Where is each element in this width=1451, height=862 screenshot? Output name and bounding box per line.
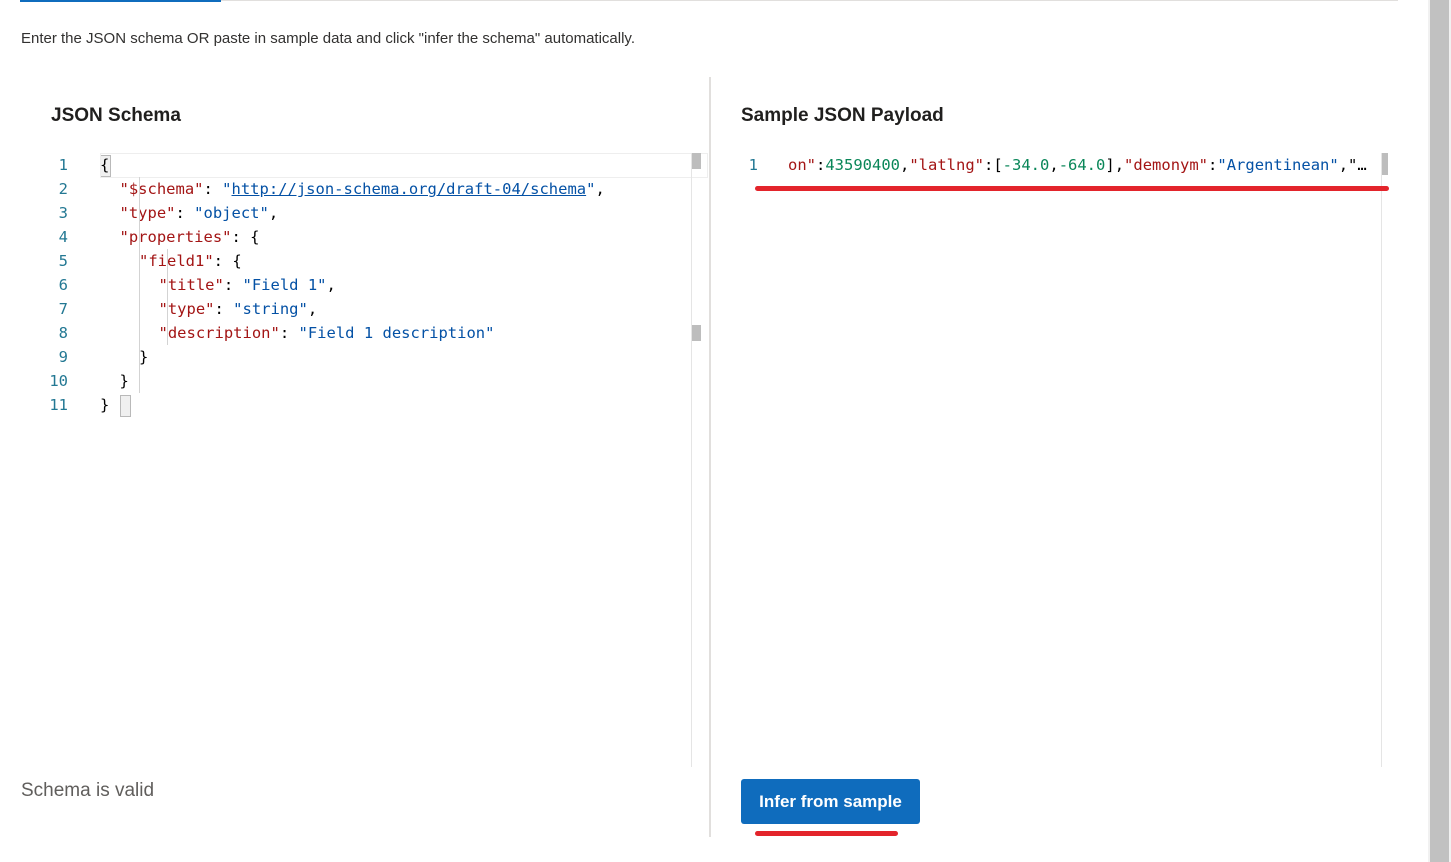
schema-status-text: Schema is valid — [21, 780, 155, 801]
code-token: "Field 1 description" — [298, 324, 495, 342]
code-line[interactable]: { — [100, 153, 109, 177]
code-token: -34.0 — [1002, 156, 1050, 174]
indent-guide — [139, 177, 140, 393]
code-line[interactable]: "type": "object", — [120, 201, 279, 225]
page-scrollbar-thumb[interactable] — [1430, 0, 1449, 862]
active-tab-indicator — [20, 0, 221, 2]
code-token: ,"… — [1338, 156, 1367, 174]
code-token: "latlng" — [909, 156, 984, 174]
code-line[interactable]: "type": "string", — [159, 297, 318, 321]
code-token: : { — [213, 252, 242, 270]
code-line[interactable]: "properties": { — [120, 225, 260, 249]
line-number: 5 — [58, 252, 68, 270]
code-token: "object" — [194, 204, 269, 222]
code-token: , — [268, 204, 279, 222]
line-number: 10 — [49, 372, 68, 390]
code-token: "description" — [158, 324, 280, 342]
code-token: } — [139, 348, 149, 366]
code-line[interactable]: "$schema": "http://json-schema.org/draft… — [120, 177, 605, 201]
code-token: : { — [231, 228, 260, 246]
indent-guide — [167, 249, 168, 345]
annotation-underline-payload — [755, 186, 1389, 191]
code-token: "demonym" — [1124, 156, 1209, 174]
sample-scrollbar-track[interactable] — [1381, 153, 1382, 767]
code-token: on" — [788, 156, 816, 174]
code-line[interactable]: } — [100, 393, 109, 417]
panel-divider — [709, 77, 711, 837]
bracket-match-highlight — [120, 395, 131, 417]
code-line[interactable]: } — [120, 369, 129, 393]
json-schema-title: JSON Schema — [51, 105, 181, 126]
code-token: : — [279, 324, 299, 342]
code-token: : — [1208, 156, 1218, 174]
code-line[interactable]: on":43590400,"latlng":[-34.0,-64.0],"dem… — [788, 153, 1367, 177]
current-line-highlight — [100, 153, 708, 178]
code-token: "Argentinean" — [1217, 156, 1339, 174]
code-token: : — [816, 156, 826, 174]
code-token: , — [1049, 156, 1059, 174]
editor-scrollbar-track[interactable] — [691, 153, 692, 767]
code-token: , — [326, 276, 336, 294]
line-number: 1 — [58, 156, 68, 174]
line-number: 3 — [58, 204, 68, 222]
line-number: 4 — [58, 228, 68, 246]
code-token: http://json-schema.org/draft-04/schema — [231, 180, 587, 198]
code-token: "type" — [119, 204, 176, 222]
code-token: "title" — [158, 276, 224, 294]
line-number: 11 — [49, 396, 68, 414]
code-token: : — [214, 300, 234, 318]
line-number: 1 — [748, 156, 758, 174]
code-token: : — [203, 180, 223, 198]
sample-scrollbar-thumb[interactable] — [1382, 153, 1388, 175]
overview-ruler-marker — [692, 325, 701, 341]
code-token: , — [900, 156, 910, 174]
code-line[interactable]: "description": "Field 1 description" — [159, 321, 495, 345]
line-number: 9 — [58, 348, 68, 366]
code-token: , — [307, 300, 318, 318]
annotation-underline-button — [755, 831, 898, 836]
line-number: 2 — [58, 180, 68, 198]
code-token: } — [119, 372, 129, 390]
code-token: ], — [1105, 156, 1125, 174]
line-number: 6 — [58, 276, 68, 294]
code-line[interactable]: } — [139, 345, 148, 369]
top-tab-rule — [20, 0, 1398, 1]
code-token: " — [222, 180, 232, 198]
sample-payload-title: Sample JSON Payload — [741, 105, 944, 126]
code-token: "properties" — [119, 228, 232, 246]
line-number: 8 — [58, 324, 68, 342]
code-token: } — [100, 396, 110, 414]
code-token: : — [175, 204, 195, 222]
code-token: "Field 1" — [242, 276, 327, 294]
editor-scrollbar-thumb[interactable] — [692, 153, 701, 169]
code-token: :[ — [984, 156, 1003, 174]
sample-json-editor[interactable]: 1 on":43590400,"latlng":[-34.0,-64.0],"de… — [718, 153, 1388, 767]
code-line[interactable]: "title": "Field 1", — [159, 273, 336, 297]
code-token: 43590400 — [825, 156, 900, 174]
code-token: { — [100, 156, 110, 174]
json-schema-editor[interactable]: 1 {2 "$schema": "http://json-schema.org/dr… — [28, 153, 708, 767]
code-token: "string" — [233, 300, 308, 318]
code-token: , — [595, 180, 605, 198]
code-token: "field1" — [139, 252, 214, 270]
code-line[interactable]: "field1": { — [139, 249, 242, 273]
code-token: : — [223, 276, 243, 294]
code-token: "$schema" — [119, 180, 204, 198]
infer-from-sample-button[interactable]: Infer from sample — [741, 779, 920, 824]
line-number: 7 — [58, 300, 68, 318]
intro-text: Enter the JSON schema OR paste in sample… — [21, 30, 635, 47]
code-token: -64.0 — [1058, 156, 1106, 174]
